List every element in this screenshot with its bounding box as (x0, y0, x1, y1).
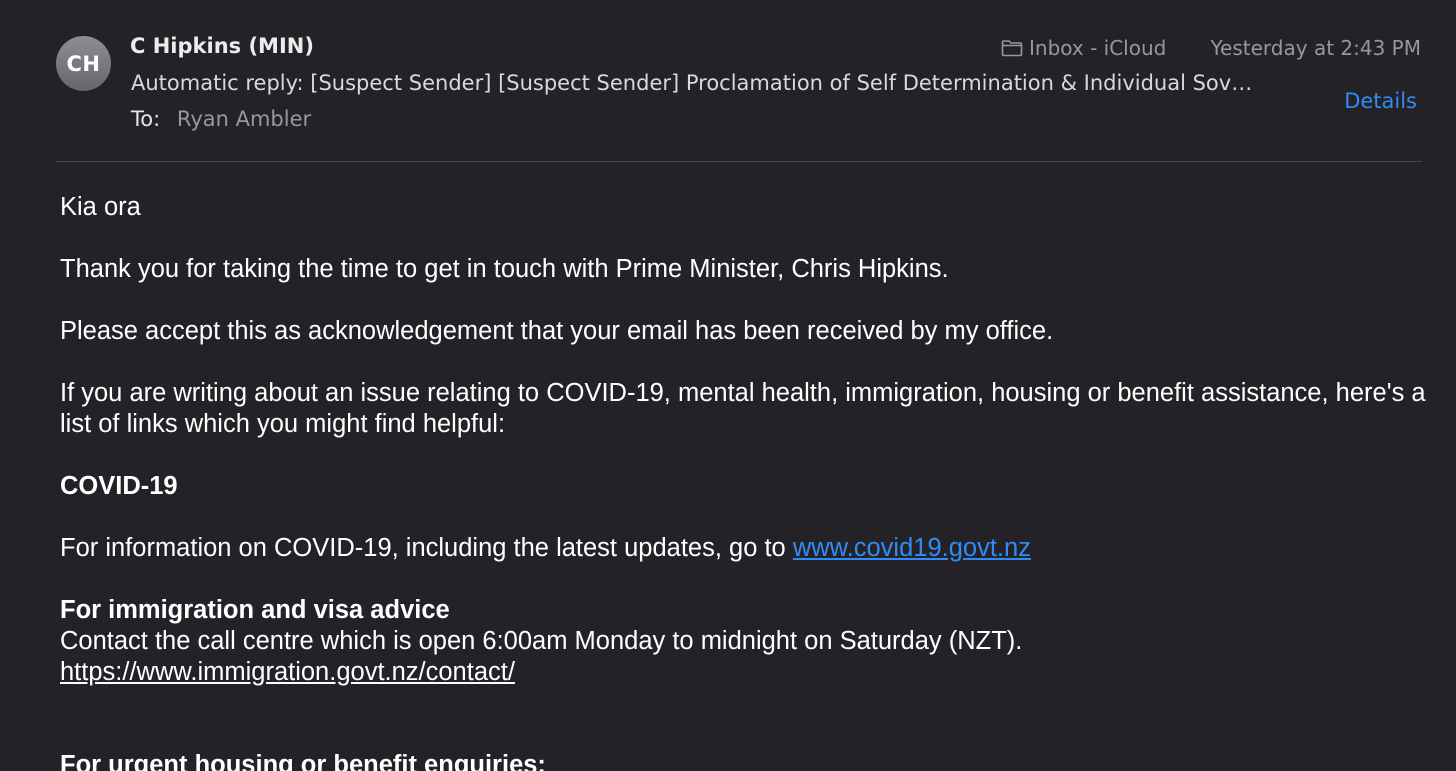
recipient-row: To: Ryan Ambler (131, 107, 311, 131)
body-paragraph: Thank you for taking the time to get in … (60, 255, 949, 283)
folder-icon (1001, 40, 1023, 57)
greeting: Kia ora (60, 193, 141, 221)
covid-text: For information on COVID-19, including t… (60, 534, 786, 562)
subject-line: Automatic reply: [Suspect Sender] [Suspe… (131, 71, 1253, 95)
body-paragraph: If you are writing about an issue relati… (60, 379, 1426, 438)
details-button[interactable]: Details (1344, 89, 1417, 113)
immigration-link[interactable]: https://www.immigration.govt.nz/contact/ (60, 658, 515, 686)
immigration-text: Contact the call centre which is open 6:… (60, 627, 1023, 655)
immigration-section: For immigration and visa advice Contact … (60, 595, 1440, 688)
message-header: CH C Hipkins (MIN) Inbox - iCloud Yester… (0, 0, 1456, 162)
avatar[interactable]: CH (56, 36, 111, 91)
message-body: Kia ora Thank you for taking the time to… (60, 192, 1440, 771)
avatar-initials: CH (66, 51, 101, 76)
received-date: Yesterday at 2:43 PM (1210, 36, 1422, 60)
body-paragraph: Please accept this as acknowledgement th… (60, 317, 1054, 345)
mailbox-label: Inbox - iCloud (1029, 36, 1167, 60)
mailbox-location: Inbox - iCloud (1001, 36, 1166, 60)
covid-paragraph: For information on COVID-19, including t… (60, 533, 1440, 564)
recipient-name[interactable]: Ryan Ambler (177, 107, 311, 131)
to-label: To: (131, 107, 161, 131)
covid-link[interactable]: www.covid19.govt.nz (793, 534, 1031, 562)
header-divider (56, 161, 1422, 162)
housing-heading: For urgent housing or benefit enquiries: (60, 751, 546, 771)
sender-name[interactable]: C Hipkins (MIN) (130, 34, 314, 58)
covid-heading: COVID-19 (60, 472, 178, 500)
immigration-heading: For immigration and visa advice (60, 596, 450, 624)
